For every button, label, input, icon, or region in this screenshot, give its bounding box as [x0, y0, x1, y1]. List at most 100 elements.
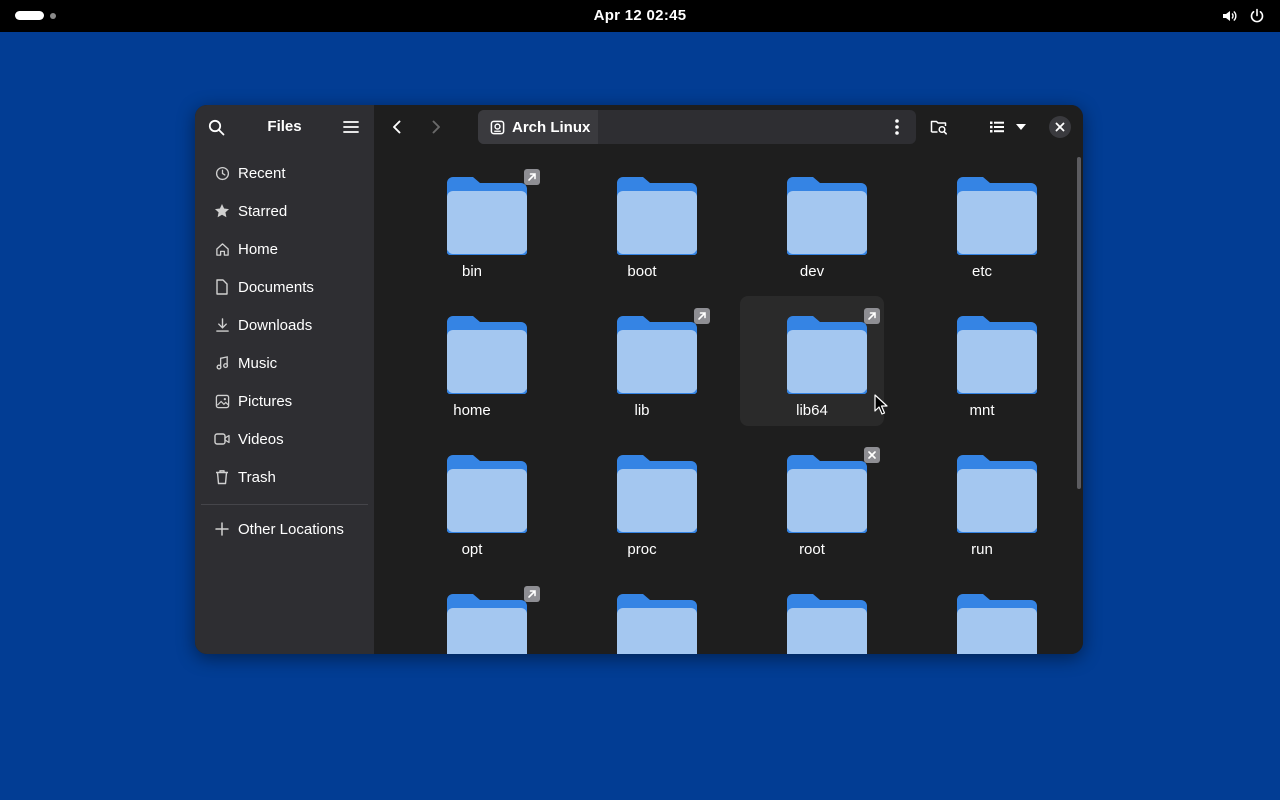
sidebar-item-label: Trash [238, 468, 276, 486]
content-pane: Arch Linux bin boot dev etc home lib lib64 mnt o… [374, 105, 1083, 654]
view-options-button[interactable] [1010, 116, 1032, 138]
files-window: Files Recent Starred Home Documents Down… [195, 105, 1083, 654]
trash-icon [214, 469, 230, 485]
sidebar-separator [201, 504, 368, 505]
chevron-left-icon [393, 120, 401, 134]
folder-search-icon [930, 120, 947, 135]
folder-name: lib [634, 402, 650, 419]
folder-item[interactable]: run [910, 435, 1054, 565]
clock-container: Apr 12 02:45 [0, 0, 1280, 32]
sidebar-item-home[interactable]: Home [201, 230, 368, 268]
folder-item[interactable]: lib [570, 296, 714, 426]
folder-item[interactable] [570, 574, 714, 654]
folder-name: proc [627, 541, 657, 558]
sidebar-item-trash[interactable]: Trash [201, 458, 368, 496]
folder-icon [787, 594, 867, 654]
sidebar-item-label: Other Locations [238, 520, 344, 538]
sidebar-item-other-locations[interactable]: Other Locations [201, 510, 368, 548]
symlink-emblem-icon [864, 308, 880, 324]
search-button[interactable] [205, 116, 227, 138]
plus-icon [214, 521, 230, 537]
app-title: Files [267, 118, 302, 135]
sidebar-item-videos[interactable]: Videos [201, 420, 368, 458]
workspace-indicator-active [15, 11, 44, 20]
dropdown-arrow-icon [1016, 124, 1026, 130]
close-button[interactable] [1049, 116, 1071, 138]
sidebar-item-pictures[interactable]: Pictures [201, 382, 368, 420]
view-list-button[interactable] [986, 116, 1008, 138]
volume-icon[interactable] [1220, 7, 1238, 25]
folder-icon [447, 316, 527, 394]
forward-button[interactable] [425, 116, 447, 138]
folder-icon [447, 594, 527, 654]
symlink-emblem-icon [524, 586, 540, 602]
sidebar-item-documents[interactable]: Documents [201, 268, 368, 306]
folder-icon [617, 177, 697, 255]
sidebar-item-label: Documents [238, 278, 314, 296]
folder-item[interactable]: lib64 [740, 296, 884, 426]
path-menu-button[interactable] [886, 116, 908, 138]
path-bar[interactable]: Arch Linux [478, 110, 916, 144]
folder-item[interactable]: boot [570, 157, 714, 287]
hamburger-icon [343, 121, 359, 133]
sidebar-item-label: Recent [238, 164, 286, 182]
main-menu-button[interactable] [340, 116, 362, 138]
power-icon[interactable] [1248, 7, 1266, 25]
path-segment-label: Arch Linux [512, 118, 591, 136]
folder-item[interactable]: home [400, 296, 544, 426]
system-tray[interactable] [1220, 7, 1266, 25]
folder-item[interactable] [400, 574, 544, 654]
folder-item[interactable] [740, 574, 884, 654]
mouse-cursor-icon [874, 394, 888, 415]
folder-item[interactable]: root [740, 435, 884, 565]
unreadable-emblem-icon [864, 447, 880, 463]
drive-icon [490, 119, 506, 135]
back-button[interactable] [386, 116, 408, 138]
scrollbar[interactable] [1077, 157, 1081, 489]
sidebar-item-starred[interactable]: Starred [201, 192, 368, 230]
folder-name: bin [461, 263, 483, 280]
folder-icon [447, 455, 527, 533]
sidebar-item-recent[interactable]: Recent [201, 154, 368, 192]
sidebar: Files Recent Starred Home Documents Down… [195, 105, 374, 654]
folder-grid[interactable]: bin boot dev etc home lib lib64 mnt opt proc root r… [374, 157, 1083, 654]
activities-button[interactable] [15, 11, 56, 20]
sidebar-item-label: Videos [238, 430, 284, 448]
folder-icon [957, 177, 1037, 255]
folder-name: root [799, 541, 825, 558]
sidebar-item-label: Downloads [238, 316, 313, 334]
sidebar-item-downloads[interactable]: Downloads [201, 306, 368, 344]
path-segment-root[interactable]: Arch Linux [478, 110, 599, 144]
folder-item[interactable]: proc [570, 435, 714, 565]
vertical-dots-icon [895, 119, 899, 135]
music-icon [214, 355, 230, 371]
search-icon [208, 119, 224, 135]
top-bar: Apr 12 02:45 [0, 0, 1280, 32]
places-list: Recent Starred Home Documents Downloads … [201, 154, 368, 496]
folder-name: etc [971, 263, 992, 280]
clock-icon [214, 165, 230, 181]
folder-icon [957, 316, 1037, 394]
search-folder-button[interactable] [928, 116, 950, 138]
folder-icon [447, 177, 527, 255]
folder-item[interactable]: etc [910, 157, 1054, 287]
star-icon [214, 203, 230, 219]
clock[interactable]: Apr 12 02:45 [594, 7, 687, 24]
list-view-icon [990, 121, 1004, 133]
sidebar-item-music[interactable]: Music [201, 344, 368, 382]
folder-icon [787, 455, 867, 533]
folder-icon [957, 455, 1037, 533]
folder-item[interactable]: bin [400, 157, 544, 287]
sidebar-item-label: Home [238, 240, 279, 258]
folder-item[interactable] [910, 574, 1054, 654]
folder-item[interactable]: opt [400, 435, 544, 565]
symlink-emblem-icon [524, 169, 540, 185]
folder-icon [617, 455, 697, 533]
sidebar-item-label: Pictures [238, 392, 293, 410]
folder-item[interactable]: dev [740, 157, 884, 287]
folder-icon [787, 316, 867, 394]
home-icon [214, 241, 230, 257]
folder-name: opt [461, 541, 483, 558]
folder-icon [957, 594, 1037, 654]
folder-item[interactable]: mnt [910, 296, 1054, 426]
